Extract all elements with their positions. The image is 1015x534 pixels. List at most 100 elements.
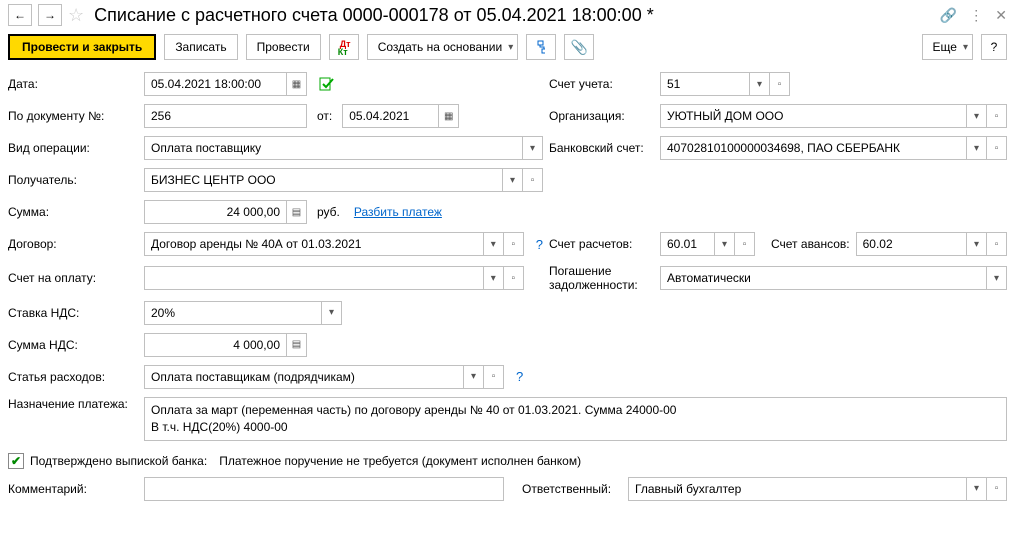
contract-label: Договор: <box>8 237 138 251</box>
debt-repayment-label: Погашение задолженности: <box>549 264 654 293</box>
date-input[interactable] <box>144 72 287 96</box>
more-button[interactable]: Еще <box>922 34 973 60</box>
bank-account-open-button[interactable]: ▫ <box>987 136 1007 160</box>
more-icon[interactable]: ⋮ <box>969 7 983 24</box>
contract-dropdown-button[interactable]: ▾ <box>484 232 504 256</box>
org-open-button[interactable]: ▫ <box>987 104 1007 128</box>
advance-dropdown-button[interactable]: ▾ <box>967 232 987 256</box>
contract-open-button[interactable]: ▫ <box>504 232 524 256</box>
dtkt-icon: ДтКт <box>340 40 348 54</box>
contract-input[interactable] <box>144 232 484 256</box>
vat-amount-calc-button[interactable]: ▤ <box>287 333 307 357</box>
advance-account-input[interactable] <box>856 232 967 256</box>
operation-type-dropdown-button[interactable]: ▾ <box>523 136 543 160</box>
recipient-open-button[interactable]: ▫ <box>523 168 543 192</box>
operation-type-input[interactable] <box>144 136 523 160</box>
from-label: от: <box>317 109 332 123</box>
vat-amount-input[interactable] <box>144 333 287 357</box>
vat-amount-label: Сумма НДС: <box>8 338 138 352</box>
submit-button[interactable]: Провести <box>246 34 321 60</box>
account-label: Счет учета: <box>549 77 654 91</box>
operation-type-label: Вид операции: <box>8 141 138 155</box>
dtkt-button[interactable]: ДтКт <box>329 34 359 60</box>
bank-account-input[interactable] <box>660 136 967 160</box>
write-button[interactable]: Записать <box>164 34 237 60</box>
link-icon[interactable]: 🔗 <box>940 7 957 24</box>
currency-label: руб. <box>317 205 340 219</box>
vat-rate-input[interactable] <box>144 301 322 325</box>
attach-button[interactable]: 📎 <box>564 34 594 60</box>
doc-num-label: По документу №: <box>8 109 138 123</box>
org-label: Организация: <box>549 109 654 123</box>
bank-account-label: Банковский счет: <box>549 141 654 155</box>
calendar-icon: ▦ <box>292 79 301 90</box>
invoice-open-button[interactable]: ▫ <box>504 266 524 290</box>
payment-purpose-label: Назначение платежа: <box>8 397 138 413</box>
settlement-open-button[interactable]: ▫ <box>735 232 755 256</box>
recipient-dropdown-button[interactable]: ▾ <box>503 168 523 192</box>
favorite-star-icon[interactable]: ☆ <box>68 5 84 26</box>
calculator-icon: ▤ <box>292 339 301 350</box>
advance-account-label: Счет авансов: <box>771 237 850 251</box>
vat-rate-dropdown-button[interactable]: ▾ <box>322 301 342 325</box>
amount-label: Сумма: <box>8 205 138 219</box>
expense-dropdown-button[interactable]: ▾ <box>464 365 484 389</box>
confirmed-label: Подтверждено выпиской банка: <box>30 454 207 468</box>
create-based-button[interactable]: Создать на основании <box>367 34 519 60</box>
settlement-account-label: Счет расчетов: <box>549 237 654 251</box>
submit-close-button[interactable]: Провести и закрыть <box>8 34 156 60</box>
arrow-left-icon: ← <box>14 8 26 22</box>
calendar-icon: ▦ <box>444 111 453 122</box>
vat-rate-label: Ставка НДС: <box>8 306 138 320</box>
structure-icon <box>537 40 545 54</box>
nav-forward-button[interactable]: → <box>38 4 62 26</box>
calculator-icon: ▤ <box>292 207 301 218</box>
doc-from-input[interactable] <box>342 104 439 128</box>
expense-hint-button[interactable]: ? <box>516 369 523 384</box>
amount-input[interactable] <box>144 200 287 224</box>
responsible-input[interactable] <box>628 477 967 501</box>
invoice-dropdown-button[interactable]: ▾ <box>484 266 504 290</box>
paperclip-icon: 📎 <box>571 39 588 56</box>
settlement-dropdown-button[interactable]: ▾ <box>715 232 735 256</box>
contract-hint-button[interactable]: ? <box>536 237 543 252</box>
recipient-label: Получатель: <box>8 173 138 187</box>
responsible-dropdown-button[interactable]: ▾ <box>967 477 987 501</box>
payment-purpose-textarea[interactable]: Оплата за март (переменная часть) по дог… <box>144 397 1007 441</box>
status-ok-icon[interactable] <box>319 77 335 91</box>
account-input[interactable] <box>660 72 750 96</box>
page-title: Списание с расчетного счета 0000-000178 … <box>94 5 934 26</box>
responsible-open-button[interactable]: ▫ <box>987 477 1007 501</box>
org-dropdown-button[interactable]: ▾ <box>967 104 987 128</box>
recipient-input[interactable] <box>144 168 503 192</box>
doc-num-input[interactable] <box>144 104 307 128</box>
date-label: Дата: <box>8 77 138 91</box>
expense-item-label: Статья расходов: <box>8 370 138 384</box>
doc-from-calendar-button[interactable]: ▦ <box>439 104 459 128</box>
bank-account-dropdown-button[interactable]: ▾ <box>967 136 987 160</box>
expense-item-input[interactable] <box>144 365 464 389</box>
confirmed-checkbox[interactable]: ✔ Подтверждено выпиской банка: <box>8 453 207 469</box>
amount-calc-button[interactable]: ▤ <box>287 200 307 224</box>
org-input[interactable] <box>660 104 967 128</box>
invoice-input[interactable] <box>144 266 484 290</box>
split-payment-link[interactable]: Разбить платеж <box>354 205 442 219</box>
responsible-label: Ответственный: <box>522 482 622 496</box>
invoice-label: Счет на оплату: <box>8 271 138 285</box>
payment-order-note: Платежное поручение не требуется (докуме… <box>219 454 581 468</box>
account-dropdown-button[interactable]: ▾ <box>750 72 770 96</box>
comment-input[interactable] <box>144 477 504 501</box>
account-open-button[interactable]: ▫ <box>770 72 790 96</box>
debt-repayment-input[interactable] <box>660 266 987 290</box>
debt-dropdown-button[interactable]: ▾ <box>987 266 1007 290</box>
nav-back-button[interactable]: ← <box>8 4 32 26</box>
calendar-button[interactable]: ▦ <box>287 72 307 96</box>
comment-label: Комментарий: <box>8 482 138 496</box>
help-button[interactable]: ? <box>981 34 1007 60</box>
advance-open-button[interactable]: ▫ <box>987 232 1007 256</box>
close-icon[interactable]: ✕ <box>995 7 1007 24</box>
expense-open-button[interactable]: ▫ <box>484 365 504 389</box>
structure-button[interactable] <box>526 34 556 60</box>
settlement-account-input[interactable] <box>660 232 715 256</box>
arrow-right-icon: → <box>44 8 56 22</box>
